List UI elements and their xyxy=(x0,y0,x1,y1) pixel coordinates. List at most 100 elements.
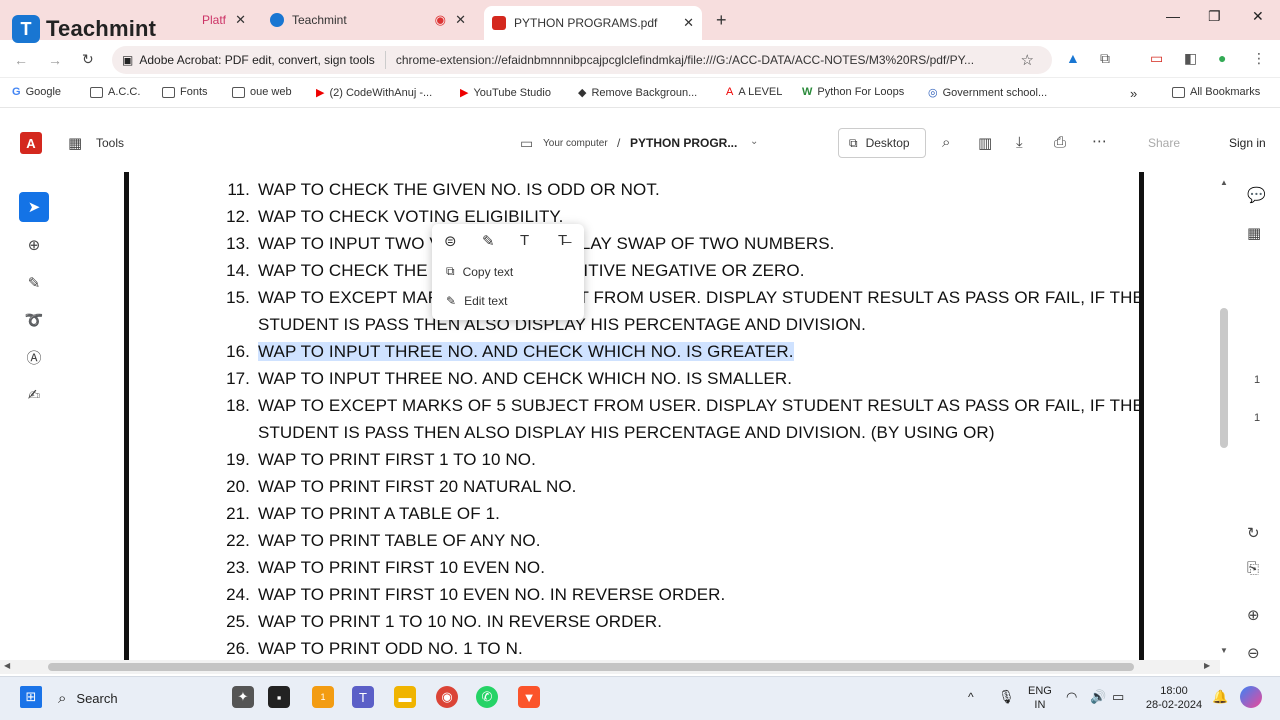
copilot-icon[interactable] xyxy=(1240,686,1262,708)
scroll-left-icon[interactable]: ◀ xyxy=(4,661,10,670)
bookmark-remove-background[interactable]: ◆ Remove Backgroun... xyxy=(578,86,697,100)
share-button[interactable]: Share xyxy=(1148,136,1180,150)
line-number: 25. xyxy=(226,612,250,631)
highlight-pen-icon[interactable]: ✎ xyxy=(482,232,495,250)
copy-text-item[interactable]: ⧉ Copy text xyxy=(446,264,513,279)
download-icon[interactable]: ⤓ xyxy=(1016,134,1023,151)
acrobat-logo-icon[interactable]: A xyxy=(20,132,42,154)
add-comment-icon[interactable]: ⊜ xyxy=(444,232,457,250)
whatsapp-icon[interactable]: ✆ xyxy=(476,686,498,708)
show-hidden-icons[interactable]: ^ xyxy=(968,690,974,704)
doc-line: 24. WAP TO PRINT FIRST 10 EVEN NO. IN REV… xyxy=(217,585,725,605)
reload-icon[interactable]: ↻ xyxy=(82,51,94,68)
horizontal-scrollbar[interactable]: ◀ ▶ xyxy=(0,660,1220,674)
remove-bg-icon: ◆ xyxy=(578,87,587,99)
profile-icon[interactable]: ● xyxy=(1218,50,1226,66)
tools-label[interactable]: Tools xyxy=(96,136,124,150)
vertical-scrollbar[interactable]: ▲ ▼ xyxy=(1218,178,1230,658)
microphone-icon[interactable]: 🎙 xyxy=(998,690,1015,704)
menu-icon[interactable]: ⋮ xyxy=(1252,50,1266,67)
teams-icon[interactable]: T xyxy=(352,686,374,708)
bookmark-government-school[interactable]: ◎ Government school... xyxy=(928,86,1047,100)
file-name[interactable]: PYTHON PROGR... xyxy=(630,136,737,150)
bookmark-codewithanuj[interactable]: ▶ (2) CodeWithAnuj -... xyxy=(316,86,432,100)
comment-tool-icon[interactable]: ⊕ xyxy=(19,230,49,260)
cast-icon[interactable]: ▭ xyxy=(1150,50,1163,67)
tab-platf[interactable]: Platf ✕ xyxy=(188,6,254,34)
chevron-down-icon[interactable]: ⌄ xyxy=(750,136,758,147)
extensions-icon[interactable]: ⧉ xyxy=(1100,50,1110,67)
scrollbar-thumb[interactable] xyxy=(48,663,1134,671)
location-label[interactable]: Your computer xyxy=(543,138,608,149)
address-bar[interactable]: ▣ Adobe Acrobat: PDF edit, convert, sign… xyxy=(112,46,1052,74)
bookmark-oue-web[interactable]: oue web xyxy=(232,86,292,98)
close-tab-icon[interactable]: ✕ xyxy=(235,12,246,28)
bookmark-google[interactable]: G Google xyxy=(12,86,61,98)
site-info[interactable]: ▣ Adobe Acrobat: PDF edit, convert, sign… xyxy=(112,51,386,69)
file-manager-icon[interactable]: ▪ xyxy=(268,686,290,708)
edit-text-item[interactable]: ✎ Edit text xyxy=(446,294,507,308)
sign-in-button[interactable]: Sign in xyxy=(1229,136,1266,150)
tab-label: Platf xyxy=(202,13,227,27)
search-icon[interactable]: ⌕ xyxy=(942,134,950,151)
url-text[interactable]: chrome-extension://efaidnbmnnnibpcajpcgl… xyxy=(386,53,1026,67)
restore-icon[interactable]: ❐ xyxy=(1208,8,1221,25)
doc-line: 23. WAP TO PRINT FIRST 10 EVEN NO. xyxy=(217,558,545,578)
notification-app-icon[interactable]: 1 xyxy=(312,686,334,708)
selected-text[interactable]: WAP TO INPUT THREE NO. AND CHECK WHICH N… xyxy=(258,342,794,361)
desktop-button[interactable]: ⧉ Desktop xyxy=(838,128,926,158)
bookmark-fonts[interactable]: Fonts xyxy=(162,86,208,98)
clock[interactable]: 18:00 28-02-2024 xyxy=(1140,684,1208,712)
text-box-tool-icon[interactable]: Ⓐ xyxy=(19,342,49,372)
print-icon[interactable]: ⎙ xyxy=(1054,134,1066,151)
taskbar-search[interactable]: ⌕ Search xyxy=(58,684,226,712)
bookmark-youtube-studio[interactable]: ▶ YouTube Studio xyxy=(460,86,551,100)
draw-tool-icon[interactable]: ➰ xyxy=(19,305,49,335)
chrome-icon[interactable]: ◉ xyxy=(436,686,458,708)
thumbnails-panel-icon[interactable]: ▦ xyxy=(1247,224,1261,242)
language-indicator[interactable]: ENG IN xyxy=(1028,684,1052,712)
scroll-up-icon[interactable]: ▲ xyxy=(1220,178,1228,187)
page-thumbnails-icon[interactable]: ▥ xyxy=(978,134,992,152)
bookmark-a-level[interactable]: A A LEVEL xyxy=(726,86,782,98)
extension-a-icon[interactable]: ▲ xyxy=(1066,50,1080,66)
back-icon[interactable]: ← xyxy=(14,52,28,68)
save-page-icon[interactable]: ⎘ xyxy=(1247,560,1259,577)
folder-icon[interactable]: ▬ xyxy=(394,686,416,708)
notifications-icon[interactable]: 🔔 xyxy=(1212,690,1228,704)
bookmark-acc[interactable]: A.C.C. xyxy=(90,86,140,98)
sign-tool-icon[interactable]: ✍ xyxy=(19,380,49,410)
search-highlight-icon[interactable]: ✦ xyxy=(232,686,254,708)
comments-panel-icon[interactable]: 💬 xyxy=(1247,186,1266,204)
side-panel-icon[interactable]: ◧ xyxy=(1184,50,1197,67)
minimize-icon[interactable]: — xyxy=(1166,8,1180,24)
close-tab-icon[interactable]: ✕ xyxy=(455,12,466,28)
new-tab-button[interactable]: + xyxy=(708,6,732,34)
bookmark-python-for-loops[interactable]: W Python For Loops xyxy=(802,86,904,98)
windows-start-icon[interactable]: ⊞ xyxy=(20,686,42,708)
forward-icon[interactable]: → xyxy=(48,52,62,68)
more-bookmarks-icon[interactable]: » xyxy=(1130,86,1137,101)
all-bookmarks[interactable]: All Bookmarks xyxy=(1172,86,1260,98)
tab-teachmint[interactable]: Teachmint ◉ ✕ xyxy=(262,6,474,34)
highlight-tool-icon[interactable]: ✎ xyxy=(19,268,49,298)
volume-icon[interactable]: 🔊 xyxy=(1090,690,1106,704)
scroll-down-icon[interactable]: ▼ xyxy=(1220,646,1228,655)
brave-icon[interactable]: ▼ xyxy=(518,686,540,708)
text-format-icon[interactable]: T xyxy=(520,232,529,249)
rotate-icon[interactable]: ↻ xyxy=(1247,524,1260,542)
select-tool-icon[interactable]: ➤ xyxy=(19,192,49,222)
tools-grid-icon[interactable]: ▦ xyxy=(68,134,82,152)
wifi-icon[interactable]: ◠ xyxy=(1066,690,1077,704)
scrollbar-thumb[interactable] xyxy=(1220,308,1228,448)
strikethrough-icon[interactable]: T̶ xyxy=(558,232,567,249)
scroll-right-icon[interactable]: ▶ xyxy=(1204,661,1210,670)
battery-icon[interactable]: ▭ xyxy=(1112,690,1124,704)
tab-python-programs[interactable]: PYTHON PROGRAMS.pdf ✕ xyxy=(484,6,702,40)
zoom-out-icon[interactable]: ⊖ xyxy=(1247,644,1260,662)
more-options-icon[interactable]: ⋯ xyxy=(1092,132,1107,150)
zoom-in-icon[interactable]: ⊕ xyxy=(1247,606,1260,624)
close-window-icon[interactable]: ✕ xyxy=(1252,8,1264,25)
bookmark-star-icon[interactable]: ☆ xyxy=(1021,51,1034,69)
close-tab-icon[interactable]: ✕ xyxy=(683,15,694,31)
